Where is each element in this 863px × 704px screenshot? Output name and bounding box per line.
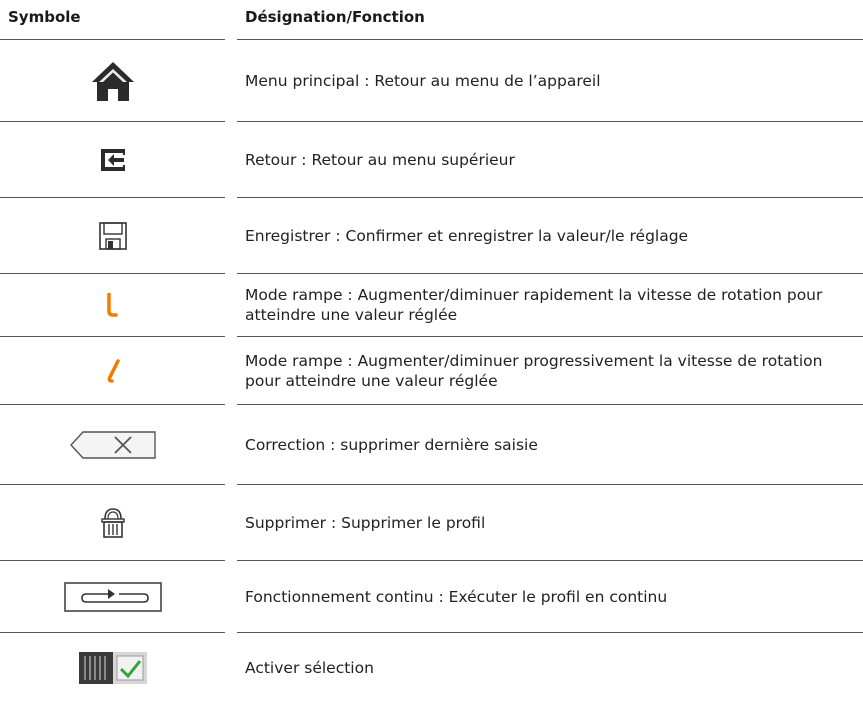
loop-icon xyxy=(63,581,162,612)
table-row: Mode rampe : Augmenter/diminuer progress… xyxy=(0,337,863,405)
activate-selection-icon xyxy=(78,652,147,684)
row-description: Fonctionnement continu : Exécuter le pro… xyxy=(245,587,668,606)
ramp-gradual-icon xyxy=(107,358,120,383)
table-row: Menu principal : Retour au menu de l’app… xyxy=(0,40,863,122)
row-description: Menu principal : Retour au menu de l’app… xyxy=(245,71,601,90)
back-arrow-icon xyxy=(100,148,125,171)
header-function: Désignation/Fonction xyxy=(245,8,425,26)
row-description: Mode rampe : Augmenter/diminuer progress… xyxy=(245,351,823,390)
row-description: Correction : supprimer dernière saisie xyxy=(245,435,538,454)
header-symbol: Symbole xyxy=(8,8,81,26)
ramp-steep-icon xyxy=(106,293,118,317)
table-row: Correction : supprimer dernière saisie xyxy=(0,405,863,485)
table-row: Fonctionnement continu : Exécuter le pro… xyxy=(0,561,863,633)
table-row: Mode rampe : Augmenter/diminuer rapideme… xyxy=(0,274,863,337)
save-disk-icon xyxy=(98,221,127,250)
row-description: Mode rampe : Augmenter/diminuer rapideme… xyxy=(245,286,823,324)
table-header: Symbole Désignation/Fonction xyxy=(0,0,863,40)
table-row: Retour : Retour au menu supérieur xyxy=(0,122,863,198)
home-icon xyxy=(91,61,134,101)
row-description: Retour : Retour au menu supérieur xyxy=(245,150,515,169)
row-description: Activer sélection xyxy=(245,659,374,677)
table-row: Activer sélection xyxy=(0,633,863,704)
table-row: Enregistrer : Confirmer et enregistrer l… xyxy=(0,198,863,274)
trash-icon xyxy=(100,507,125,538)
table-row: Supprimer : Supprimer le profil xyxy=(0,485,863,561)
row-description: Enregistrer : Confirmer et enregistrer l… xyxy=(245,226,689,245)
backspace-icon xyxy=(69,430,156,459)
row-description: Supprimer : Supprimer le profil xyxy=(245,513,486,532)
